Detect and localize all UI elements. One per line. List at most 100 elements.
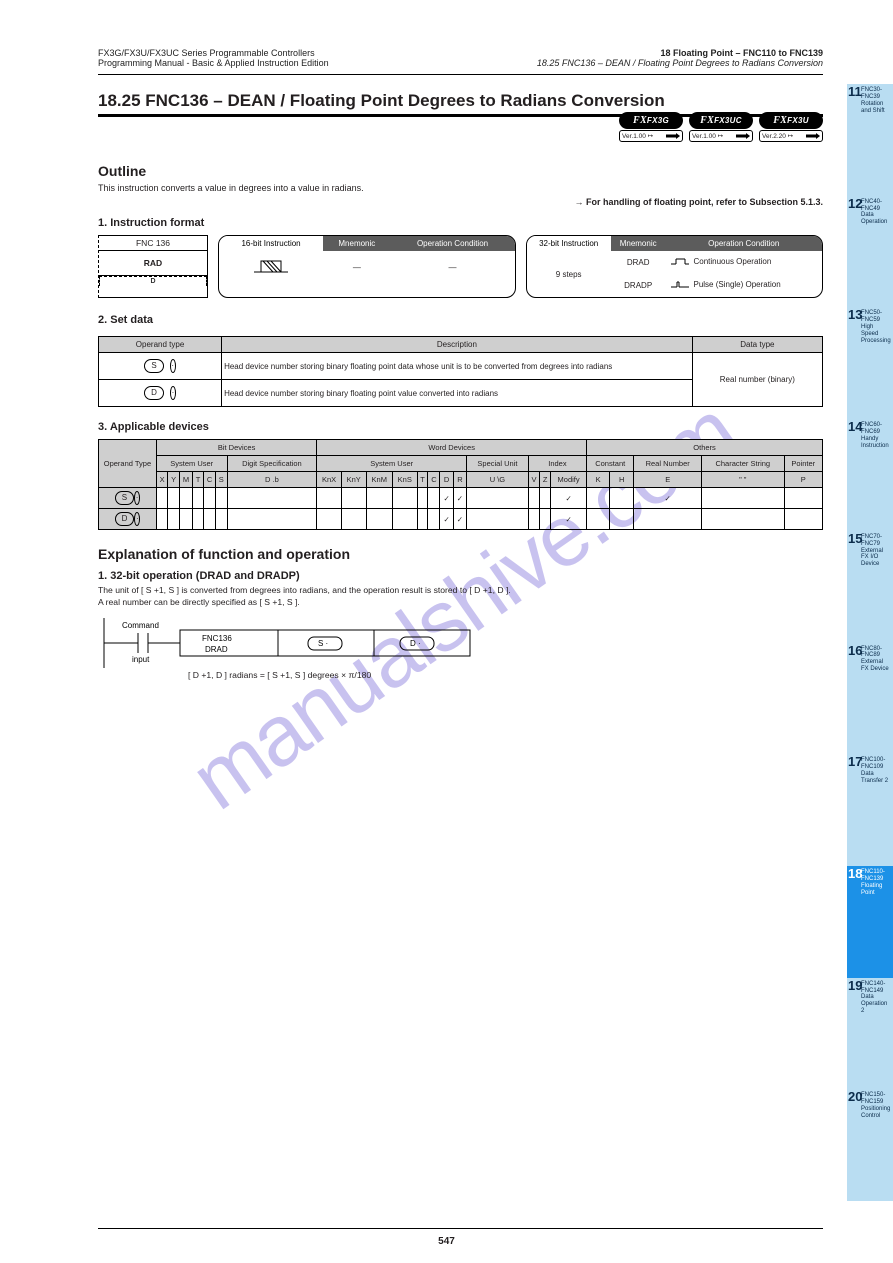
svg-text:D ·: D · <box>410 639 421 648</box>
tg-col: Z <box>540 472 551 488</box>
side-tab-13[interactable]: 13FNC50-FNC59 High Speed Processing <box>847 307 893 419</box>
b32-h2: Operation Condition <box>665 236 822 251</box>
side-tab-14[interactable]: 14FNC60-FNC69 Handy Instruction <box>847 419 893 531</box>
side-tab-20[interactable]: 20FNC150-FNC159 Positioning Control <box>847 1089 893 1201</box>
tg-cell <box>168 488 179 509</box>
tg-col: T <box>417 472 428 488</box>
b16-h1: Mnemonic <box>323 236 390 251</box>
tab-number: 12 <box>848 197 862 212</box>
sd-h1: Description <box>222 337 693 353</box>
side-tab-12[interactable]: 12FNC40-FNC49 Data Operation <box>847 196 893 308</box>
b32-c0: Continuous Operation <box>693 257 771 266</box>
exp-formula: [ D +1, D ] radians = [ S +1, S ] degree… <box>188 670 823 682</box>
tg-col: KnX <box>317 472 342 488</box>
tab-label: FNC140-FNC149 Data Operation 2 <box>861 981 890 1015</box>
tab-label: FNC100-FNC109 Data Transfer 2 <box>861 757 890 785</box>
targets-heading: 3. Applicable devices <box>98 421 823 433</box>
tg-col: P <box>784 472 822 488</box>
tg-cell <box>610 509 634 530</box>
tg-sub-o3: Character String <box>702 456 785 472</box>
sd-type: Real number (binary) <box>692 353 822 407</box>
header-rule <box>98 74 823 75</box>
applicable-devices-table: Operand Type Bit Devices Word Devices Ot… <box>98 439 823 530</box>
box-32bit: 32-bit Instruction Mnemonic Operation Co… <box>526 235 824 298</box>
device-badges: FXFX3G Ver.1.00 ↦ FXFX3UC Ver.1.00 ↦ FXF… <box>619 112 823 142</box>
tg-col: X <box>156 472 167 488</box>
tg-h-word: Word Devices <box>317 440 587 456</box>
tg-cell <box>702 509 785 530</box>
tg-cell <box>216 488 227 509</box>
tg-cell: ✓ <box>453 509 466 530</box>
page-number: 547 <box>438 1236 455 1247</box>
tg-col: C <box>204 472 216 488</box>
tg-sub-o1: Constant <box>587 456 634 472</box>
sd-r1-pill1: · <box>170 386 176 400</box>
tg-col: U \G <box>467 472 529 488</box>
pulse-icon <box>671 280 689 289</box>
tab-number: 20 <box>848 1090 862 1105</box>
tab-label: FNC80-FNC89 External FX Device <box>861 646 890 674</box>
tg-col: H <box>610 472 634 488</box>
tg-sub-bit2: Digit Specification <box>227 456 317 472</box>
side-tab-18[interactable]: 18FNC110-FNC139 Floating Point <box>847 866 893 978</box>
tg-row-label: D· <box>99 509 157 530</box>
tab-number: 15 <box>848 532 862 547</box>
side-tab-16[interactable]: 16FNC80-FNC89 External FX Device <box>847 643 893 755</box>
ladder-fnc: FNC136 <box>202 634 232 643</box>
badge-fx3u-top: FX3U <box>787 116 809 125</box>
tg-cell <box>610 488 634 509</box>
badge-fx3u: FXFX3U Ver.2.20 ↦ <box>759 112 823 142</box>
side-tab-17[interactable]: 17FNC100-FNC109 Data Transfer 2 <box>847 754 893 866</box>
section-title: 18.25 FNC136 – DEAN / Floating Point Deg… <box>98 91 823 111</box>
tg-col: KnS <box>392 472 417 488</box>
side-tab-19[interactable]: 19FNC140-FNC149 Data Operation 2 <box>847 978 893 1090</box>
tab-label: FNC50-FNC59 High Speed Processing <box>861 310 890 344</box>
tg-cell <box>366 488 392 509</box>
tg-cell <box>784 488 822 509</box>
tg-cell: ✓ <box>551 509 587 530</box>
tg-sub-o4: Pointer <box>784 456 822 472</box>
tg-col: K <box>587 472 610 488</box>
svg-text:S ·: S · <box>318 639 328 648</box>
b16-cond: — <box>391 251 515 283</box>
side-tab-11[interactable]: 11FNC30-FNC39 Rotation and Shift <box>847 84 893 196</box>
side-tab-15[interactable]: 15FNC70-FNC79 External FX I/O Device <box>847 531 893 643</box>
tg-cell <box>587 509 610 530</box>
svg-text:input: input <box>132 655 150 664</box>
tab-label: FNC60-FNC69 Handy Instruction <box>861 422 890 450</box>
sd-r0-desc: Head device number storing binary floati… <box>222 353 693 380</box>
tg-h-others: Others <box>587 440 823 456</box>
setdata-heading: 2. Set data <box>98 314 823 326</box>
tg-col: V <box>528 472 539 488</box>
tab-number: 11 <box>848 85 862 100</box>
header-left-top: FX3G/FX3U/FX3UC Series Programmable Cont… <box>98 48 329 58</box>
tg-cell <box>634 509 702 530</box>
tg-cell <box>587 488 610 509</box>
b16-mnemonic: — <box>323 251 390 283</box>
sd-h2: Data type <box>692 337 822 353</box>
page-header: FX3G/FX3U/FX3UC Series Programmable Cont… <box>98 48 823 68</box>
badge-fx3g-bot: Ver.1.00 ↦ <box>622 132 653 140</box>
tg-row-label: S· <box>99 488 157 509</box>
exp-sub: 1. 32-bit operation (DRAD and DRADP) <box>98 570 823 582</box>
tab-label: FNC30-FNC39 Rotation and Shift <box>861 87 890 115</box>
header-left-bottom: Programming Manual - Basic & Applied Ins… <box>98 58 329 68</box>
tg-col: D <box>440 472 453 488</box>
b32-h1: Mnemonic <box>611 236 666 251</box>
tg-col: Y <box>168 472 179 488</box>
tab-number: 18 <box>848 867 862 882</box>
tg-col: S <box>216 472 227 488</box>
tab-number: 17 <box>848 755 862 770</box>
tg-cell <box>702 488 785 509</box>
tg-cell <box>204 509 216 530</box>
badge-fx3uc-top: FX3UC <box>714 116 742 125</box>
header-right-bottom: 18.25 FNC136 – DEAN / Floating Point Deg… <box>537 58 823 68</box>
tab-label: FNC40-FNC49 Data Operation <box>861 199 890 227</box>
tg-col: D .b <box>227 472 317 488</box>
tg-cell <box>156 509 167 530</box>
explanation-heading: Explanation of function and operation <box>98 546 823 562</box>
tab-number: 13 <box>848 308 862 323</box>
tg-cell <box>317 509 342 530</box>
tg-cell <box>317 488 342 509</box>
tg-sub-word3: Index <box>528 456 586 472</box>
